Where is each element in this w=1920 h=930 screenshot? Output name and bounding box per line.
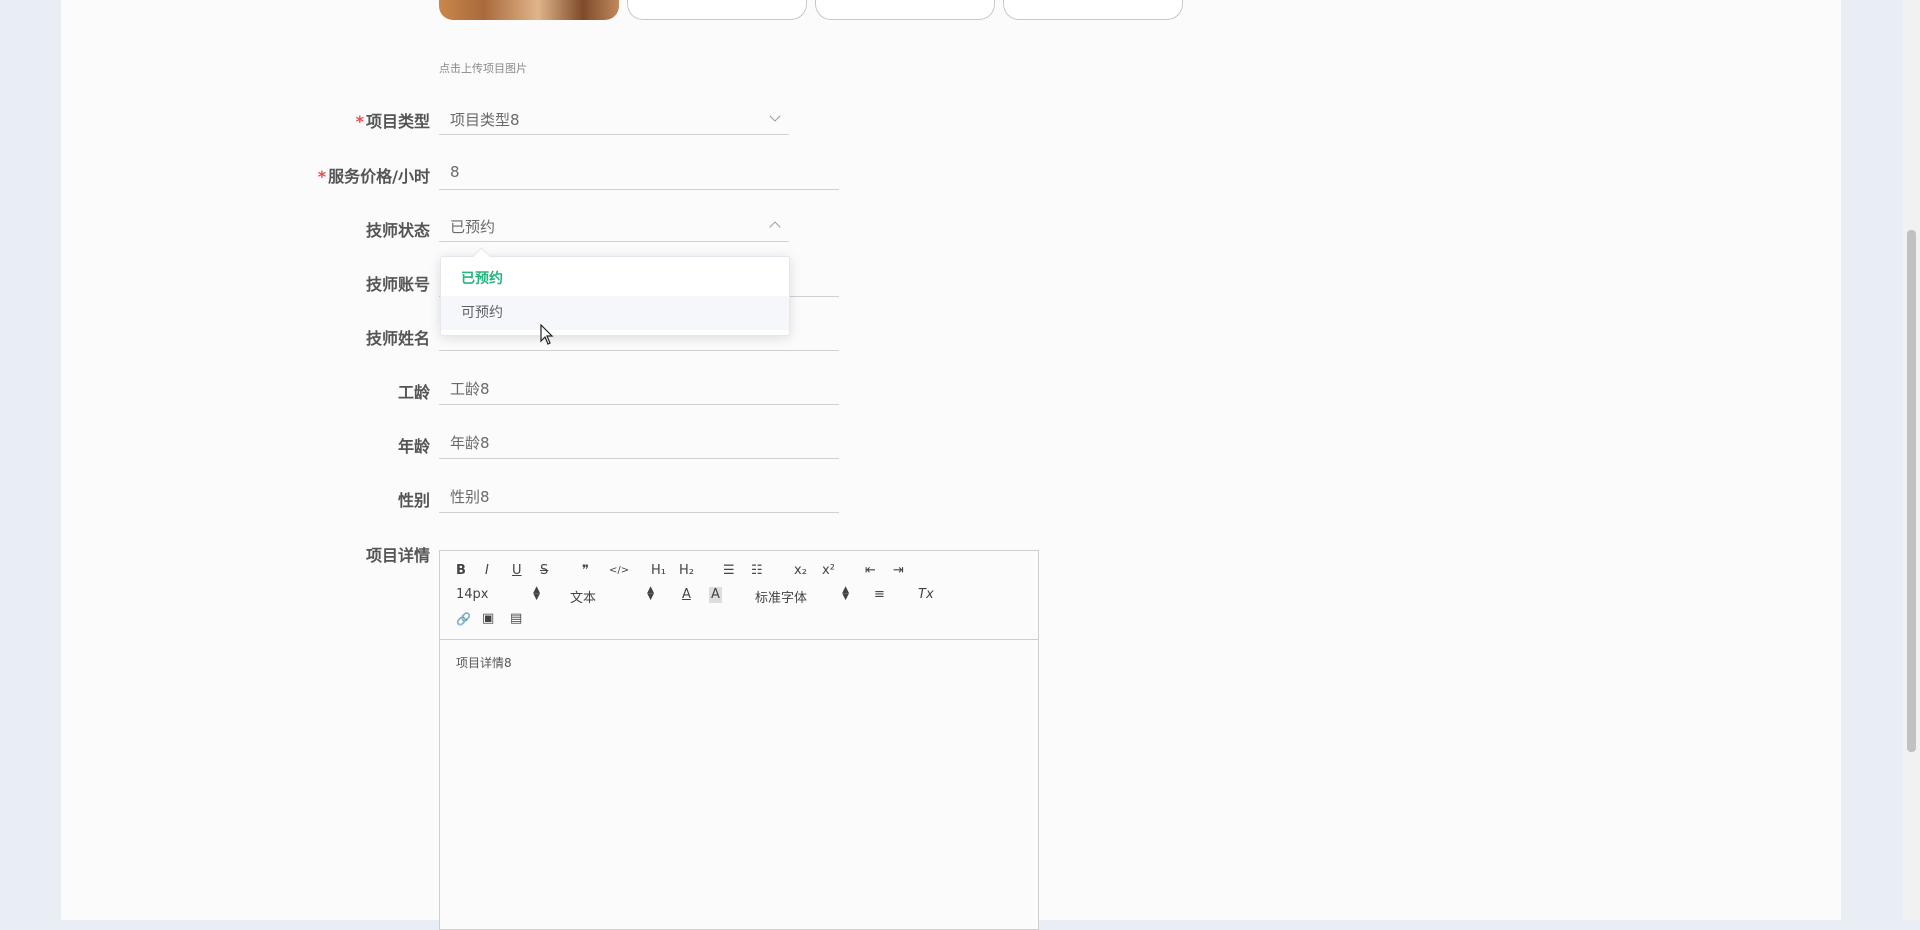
blockquote-button[interactable]: ❞	[582, 563, 589, 579]
size-select[interactable]: 14px ▲ ▼	[456, 585, 540, 603]
select-arrows-icon: ▲ ▼	[647, 585, 654, 602]
price-label: * 服务价格/小时	[318, 163, 430, 187]
size-select-value: 14px	[456, 587, 489, 602]
age-value: 年龄8	[450, 434, 490, 452]
outdent-button[interactable]: ⇤	[865, 563, 876, 579]
background-color-button[interactable]: A	[709, 587, 722, 603]
price-label-text: 服务价格/小时	[328, 167, 430, 186]
status-select[interactable]: 已预约	[439, 208, 789, 242]
header-select-value: 文本	[570, 591, 597, 606]
align-button[interactable]: ≡	[874, 587, 885, 603]
video-button[interactable]: ▤	[510, 611, 522, 627]
age-input[interactable]: 年龄8	[439, 424, 839, 459]
age-label: 年龄	[397, 437, 430, 456]
italic-button[interactable]: I	[485, 563, 489, 579]
chevron-down-icon	[769, 110, 781, 122]
underline-button[interactable]: U	[512, 563, 522, 579]
uploaded-image-thumbnail[interactable]	[439, 0, 619, 20]
status-dropdown: 已预约 可预约	[440, 256, 790, 336]
link-button[interactable]: 🔗	[456, 611, 471, 627]
seniority-value: 工龄8	[450, 380, 490, 398]
subscript-button[interactable]: x₂	[794, 563, 807, 579]
price-input[interactable]: 8	[439, 155, 839, 190]
dropdown-option-booked[interactable]: 已预约	[441, 262, 789, 296]
gender-input[interactable]: 性别8	[439, 478, 839, 513]
ordered-list-button[interactable]: ☰	[723, 563, 735, 579]
chevron-up-icon	[769, 221, 781, 233]
name-label: 技师姓名	[365, 329, 430, 348]
select-arrows-icon: ▲ ▼	[842, 585, 849, 602]
dropdown-option-available[interactable]: 可预约	[441, 296, 789, 330]
page-scrollbar[interactable]	[1903, 0, 1920, 920]
project-type-label: * 项目类型	[356, 108, 430, 132]
font-color-button[interactable]: A	[682, 587, 691, 603]
image-slot[interactable]	[627, 0, 807, 20]
code-block-button[interactable]: </>	[609, 563, 629, 579]
required-mark: *	[317, 167, 327, 186]
image-button[interactable]: ▣	[482, 611, 494, 627]
editor-toolbar: B I U S ❞ </> H₁ H₂ ☰ ☷ x₂ x² ⇤ ⇥ 14px ▲…	[440, 551, 1038, 640]
project-type-select[interactable]: 项目类型8	[439, 101, 789, 135]
upload-hint: 点击上传项目图片	[439, 62, 527, 75]
gender-label: 性别	[397, 491, 430, 510]
header-2-button[interactable]: H₂	[679, 563, 694, 579]
account-label: 技师账号	[365, 275, 430, 294]
superscript-button[interactable]: x²	[822, 563, 835, 579]
bullet-list-button[interactable]: ☷	[751, 563, 763, 579]
status-value: 已预约	[450, 218, 496, 236]
bold-button[interactable]: B	[456, 563, 466, 579]
header-1-button[interactable]: H₁	[651, 563, 666, 579]
scrollbar-thumb[interactable]	[1907, 230, 1916, 752]
project-type-label-text: 项目类型	[365, 112, 430, 131]
strike-button[interactable]: S	[540, 563, 548, 579]
image-slot[interactable]	[815, 0, 995, 20]
details-label: 项目详情	[365, 546, 430, 565]
seniority-label: 工龄	[397, 383, 430, 402]
font-select-value: 标准字体	[755, 591, 808, 606]
details-editor: B I U S ❞ </> H₁ H₂ ☰ ☷ x₂ x² ⇤ ⇥ 14px ▲…	[439, 550, 1039, 930]
clean-format-button[interactable]: Tx	[918, 587, 934, 603]
required-mark: *	[355, 112, 364, 131]
editor-content[interactable]: 项目详情8	[456, 654, 512, 671]
indent-button[interactable]: ⇥	[893, 563, 904, 579]
image-slot[interactable]	[1003, 0, 1183, 20]
select-arrows-icon: ▲ ▼	[533, 585, 540, 602]
seniority-input[interactable]: 工龄8	[439, 370, 839, 405]
font-select[interactable]: 标准字体 ▲ ▼	[755, 585, 849, 607]
status-label: 技师状态	[365, 221, 430, 240]
mouse-cursor-icon	[540, 324, 554, 345]
project-type-value: 项目类型8	[450, 111, 520, 129]
price-value: 8	[450, 163, 460, 181]
gender-value: 性别8	[450, 488, 490, 506]
header-select[interactable]: 文本 ▲ ▼	[570, 585, 654, 607]
